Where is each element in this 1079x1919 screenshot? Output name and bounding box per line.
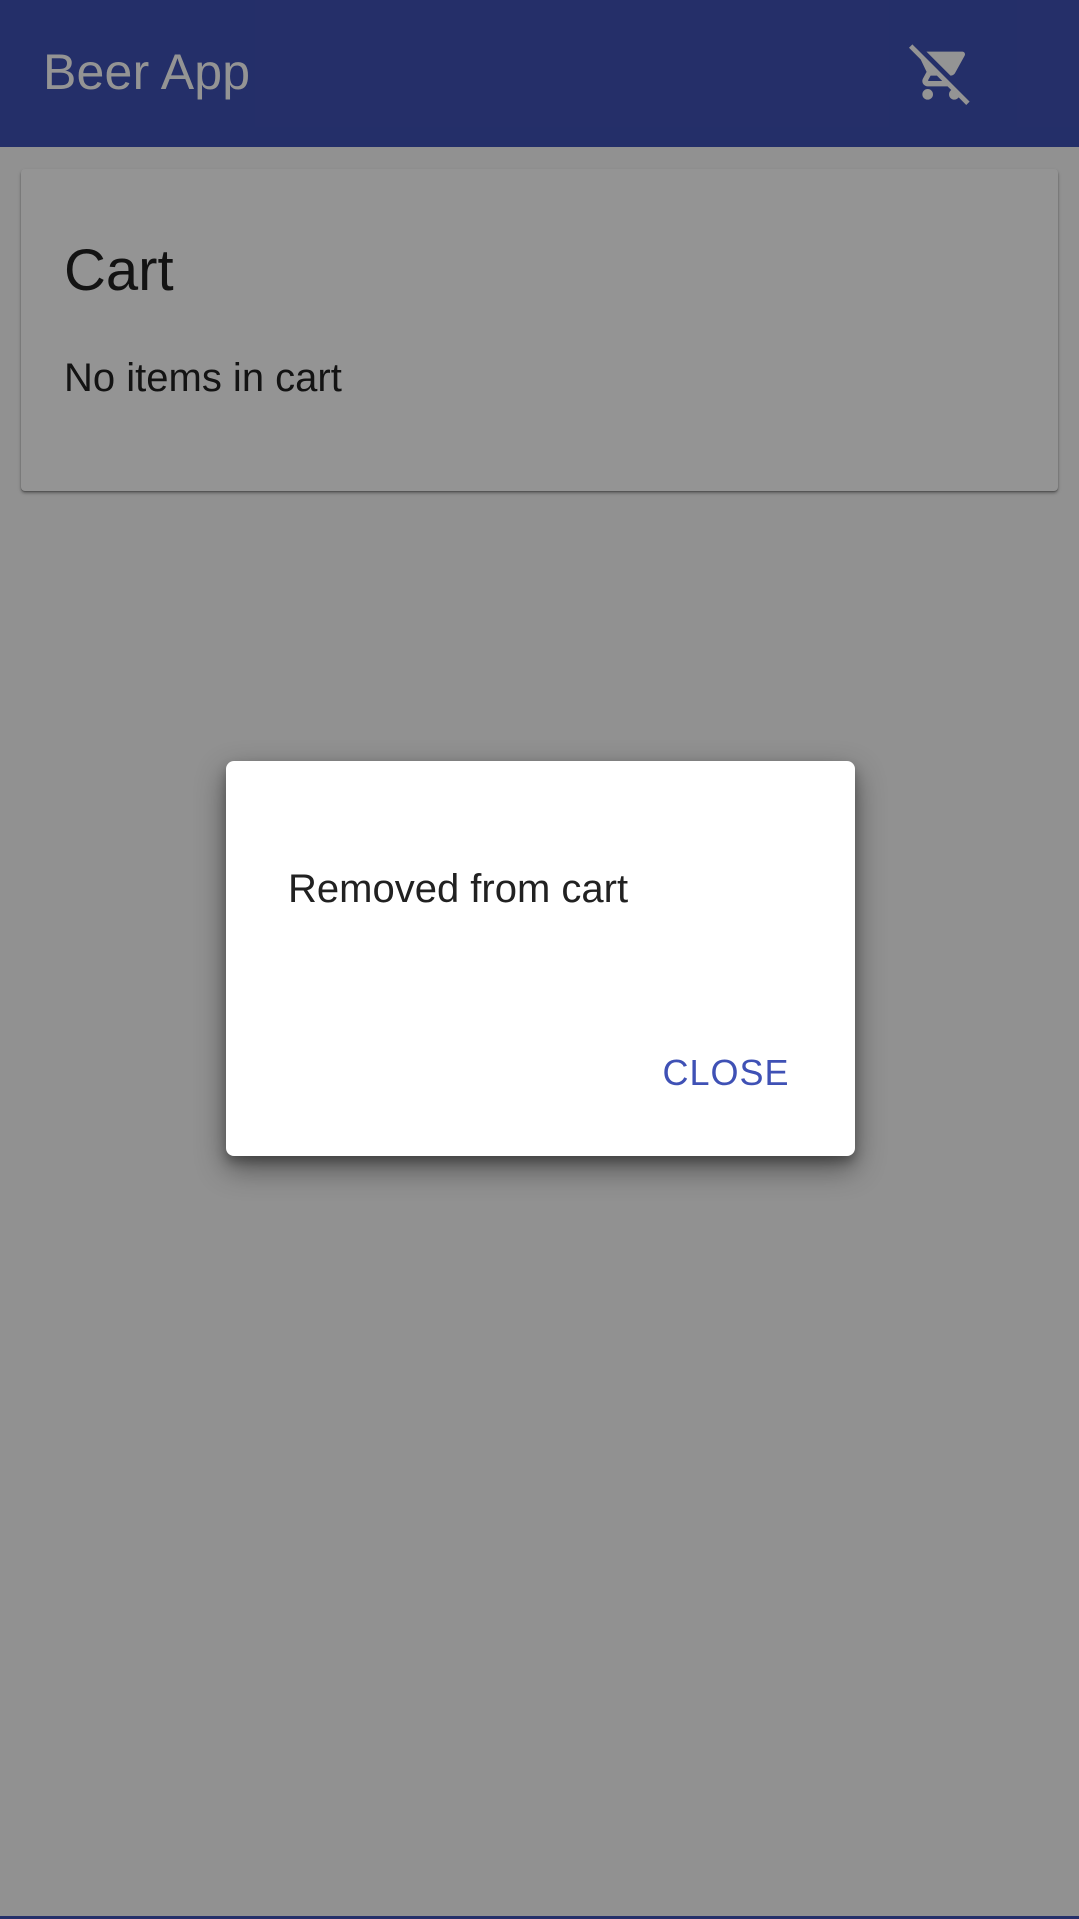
close-button[interactable]: CLOSE	[646, 1041, 806, 1105]
removed-from-cart-dialog: Removed from cart CLOSE	[226, 761, 855, 1156]
dialog-message: Removed from cart	[288, 867, 629, 911]
